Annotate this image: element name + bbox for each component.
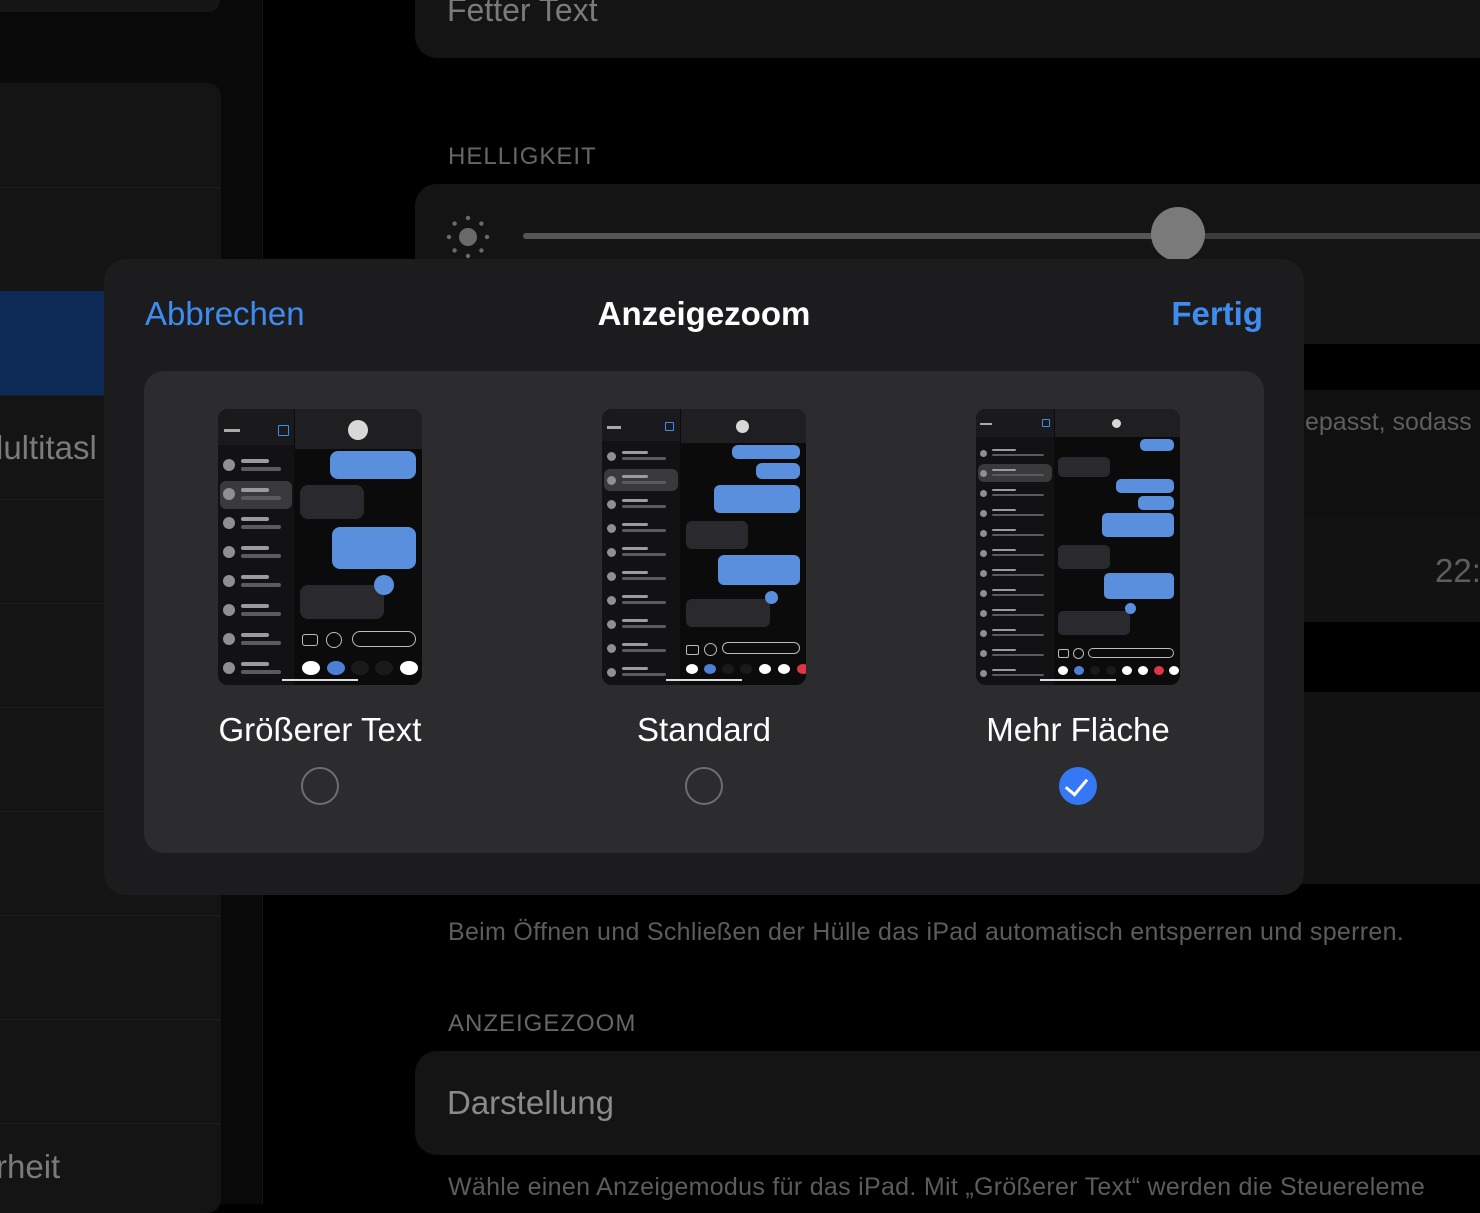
option-label: Standard	[637, 711, 771, 748]
sidebar-item-label: rheit	[0, 1148, 61, 1185]
camera-icon	[686, 645, 699, 655]
preview-more-space	[976, 409, 1180, 685]
display-zoom-section-header: ANZEIGEZOOM	[448, 1010, 637, 1037]
display-row[interactable]: Darstellung	[415, 1051, 1480, 1155]
radio-larger-text[interactable]	[301, 767, 339, 805]
checkmark-icon	[1064, 772, 1089, 797]
avatar-icon	[1112, 419, 1121, 428]
app-store-icon	[704, 643, 717, 656]
brightness-slider-fill	[523, 233, 1178, 239]
compose-icon	[278, 425, 289, 436]
compose-icon	[1042, 419, 1050, 427]
brightness-section-header: HELLIGKEIT	[448, 143, 597, 170]
option-label: Mehr Fläche	[986, 711, 1170, 748]
option-more-space[interactable]: Mehr Fläche	[918, 409, 1238, 829]
cancel-button[interactable]: Abbrechen	[145, 295, 305, 333]
bold-text-row[interactable]: Fetter Text	[415, 0, 1480, 58]
sun-icon	[446, 215, 490, 259]
preview-larger-text	[218, 409, 422, 685]
display-row-label: Darstellung	[447, 1084, 614, 1121]
avatar-icon	[736, 420, 749, 433]
radio-more-space[interactable]	[1059, 767, 1097, 805]
zoom-options-card: Größerer Text Standard Mehr Fläche	[144, 371, 1264, 853]
option-label: Größerer Text	[218, 711, 422, 748]
partial-description: epasst, sodass	[1305, 408, 1472, 436]
app-store-icon	[1073, 648, 1084, 659]
radio-standard[interactable]	[685, 767, 723, 805]
camera-icon	[1058, 649, 1069, 658]
option-standard[interactable]: Standard	[544, 409, 864, 829]
sidebar-item[interactable]	[0, 1019, 221, 1124]
sidebar-item-security[interactable]: rheit	[0, 1123, 221, 1213]
preview-standard	[602, 409, 806, 685]
sidebar-item-label: lultitasl	[0, 429, 97, 466]
bold-text-label: Fetter Text	[447, 0, 598, 28]
sidebar-top-group	[0, 0, 220, 12]
display-zoom-modal: Abbrechen Anzeigezoom Fertig Größerer Te…	[104, 259, 1304, 895]
time-value: 22:	[1435, 552, 1480, 589]
app-store-icon	[326, 632, 342, 648]
display-footnote: Wähle einen Anzeigemodus für das iPad. M…	[448, 1173, 1426, 1201]
sidebar-item[interactable]	[0, 83, 221, 188]
compose-icon	[665, 422, 674, 431]
sidebar-item[interactable]	[0, 915, 221, 1020]
done-button[interactable]: Fertig	[1171, 295, 1263, 333]
avatar-icon	[348, 420, 368, 440]
option-larger-text[interactable]: Größerer Text	[160, 409, 480, 829]
camera-icon	[302, 634, 318, 646]
cover-lock-footnote: Beim Öffnen und Schließen der Hülle das …	[448, 918, 1405, 946]
brightness-slider-knob[interactable]	[1150, 207, 1205, 261]
